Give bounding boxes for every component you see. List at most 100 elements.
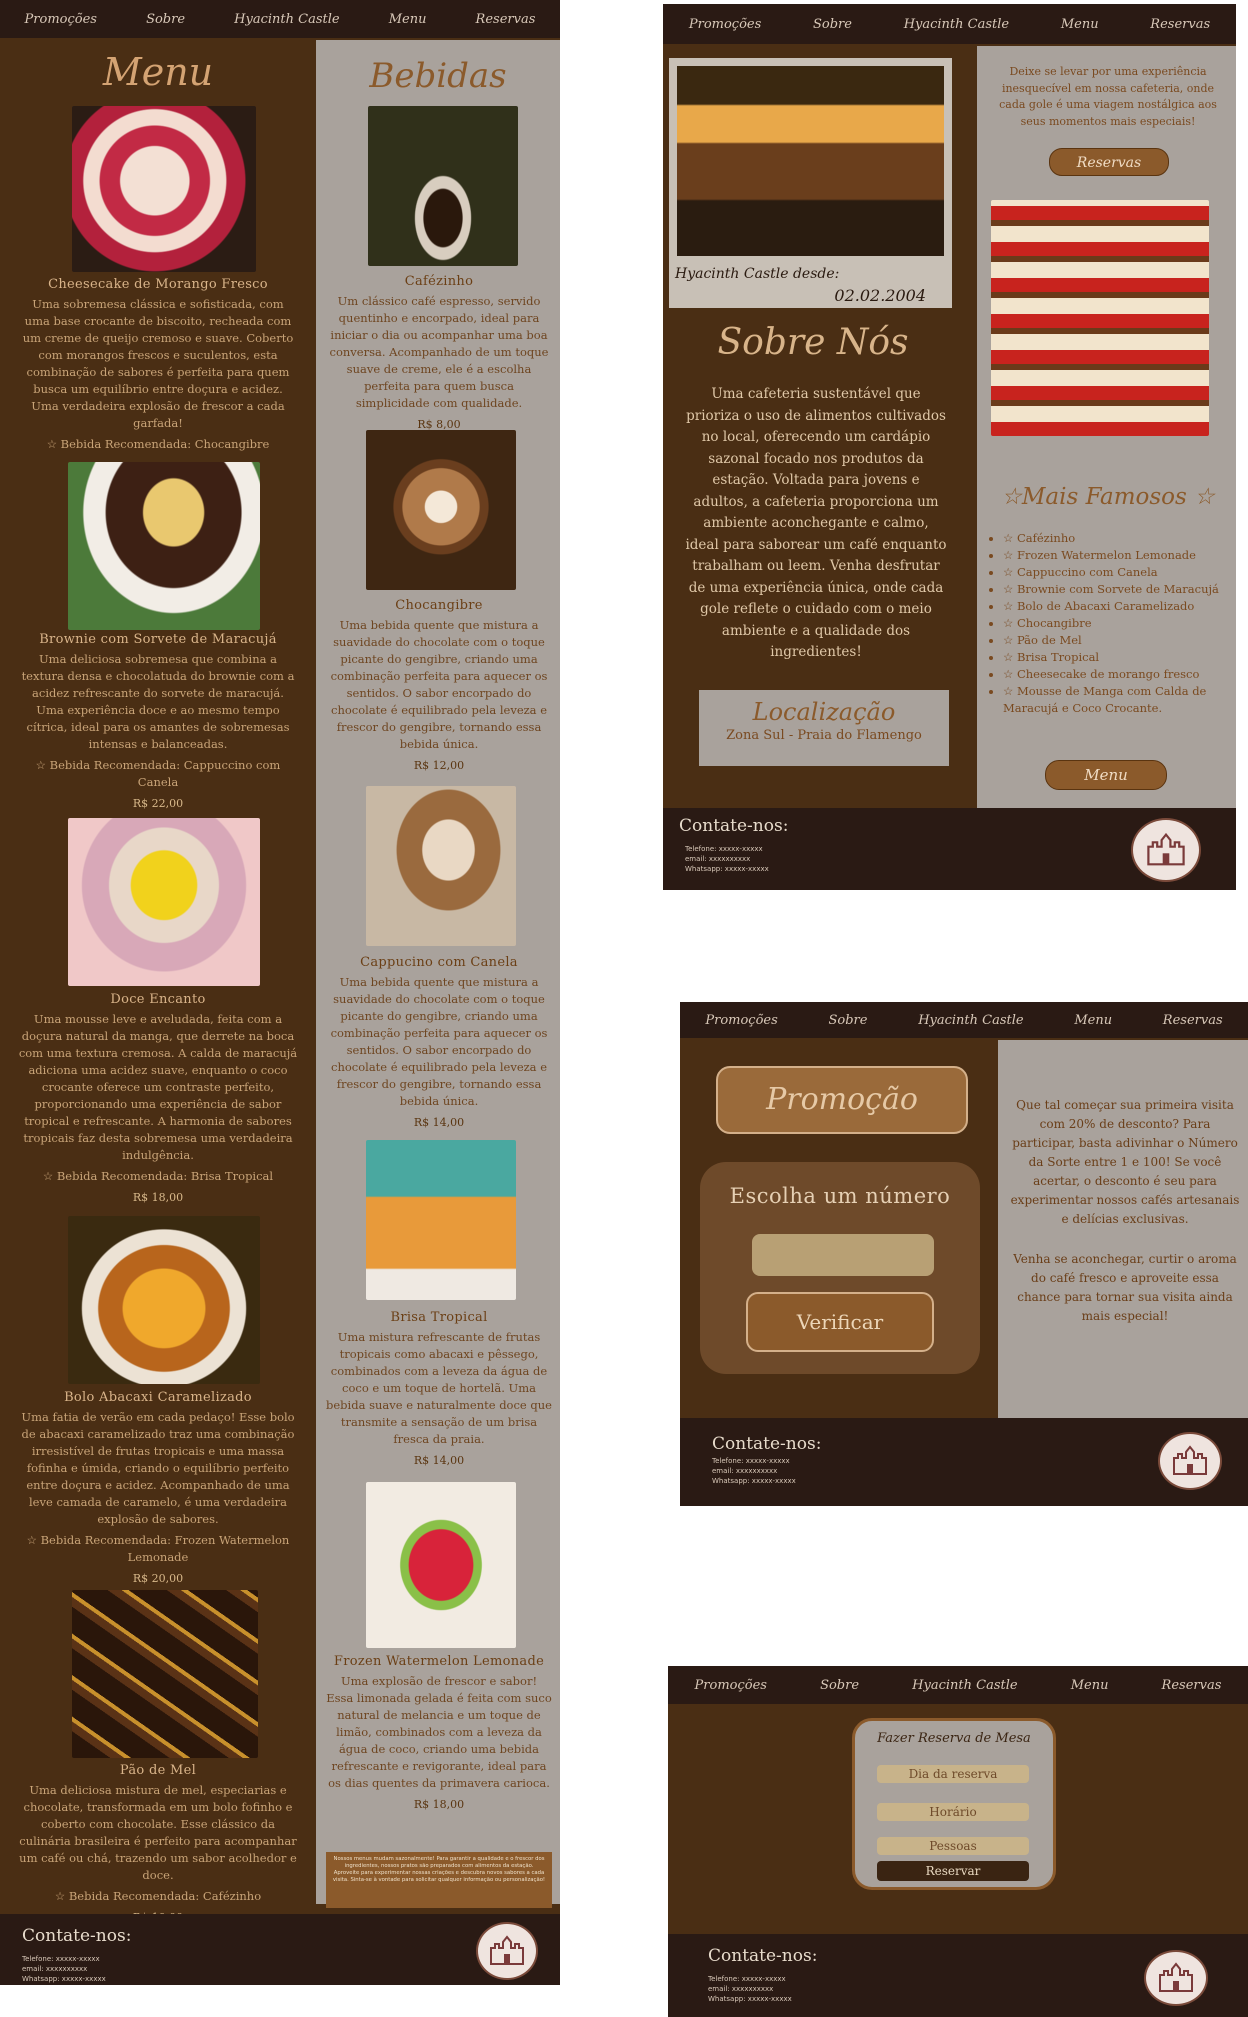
contact-whatsapp: Whatsapp: xxxxx-xxxxx <box>685 865 769 873</box>
promo-title-box: Promoção <box>716 1066 968 1134</box>
nav-sobre[interactable]: Sobre <box>813 17 852 32</box>
menu-button-label: Menu <box>1084 766 1128 784</box>
nav-reservas[interactable]: Reservas <box>1163 1013 1223 1028</box>
nav-brand[interactable]: Hyacinth Castle <box>912 1678 1017 1693</box>
people-input[interactable]: Pessoas <box>877 1837 1029 1855</box>
nav-brand[interactable]: Hyacinth Castle <box>918 1013 1023 1028</box>
dessert-rec: ☆ Bebida Recomendada: Chocangibre <box>46 437 270 451</box>
contact-whatsapp: Whatsapp: xxxxx-xxxxx <box>712 1477 796 1485</box>
chocangibre-image <box>366 430 516 590</box>
pineapple-cake-image <box>68 1216 260 1384</box>
since-date: 02.02.2004 <box>834 286 926 305</box>
day-input-placeholder: Dia da reserva <box>908 1767 998 1781</box>
nav-reservas[interactable]: Reservas <box>476 12 536 27</box>
dessert-desc: Uma deliciosa mistura de mel, especiaria… <box>19 1783 297 1882</box>
contact-email: email: xxxxxxxxxx <box>685 855 751 863</box>
promo-nav: Promoções Sobre Hyacinth Castle Menu Res… <box>680 1002 1248 1038</box>
reserve-page: Promoções Sobre Hyacinth Castle Menu Res… <box>668 1666 1248 2017</box>
drink-name: Cappucino com Canela <box>360 955 518 970</box>
nav-menu[interactable]: Menu <box>1061 17 1099 32</box>
reservar-button[interactable]: Reservar <box>877 1861 1029 1881</box>
contact-title: Contate-nos: <box>22 1926 132 1946</box>
dessert-name: Doce Encanto <box>110 992 206 1007</box>
nav-sobre[interactable]: Sobre <box>146 12 185 27</box>
famous-item: ☆ Cappuccino com Canela <box>1003 564 1239 581</box>
nav-reservas[interactable]: Reservas <box>1150 17 1210 32</box>
drink-name: Brisa Tropical <box>390 1310 488 1325</box>
famous-item: ☆ Cheesecake de morango fresco <box>1003 666 1239 683</box>
day-input[interactable]: Dia da reserva <box>877 1765 1029 1783</box>
drink-name: Cafézinho <box>404 274 474 289</box>
famous-item: ☆ Brownie com Sorvete de Maracujá <box>1003 581 1239 598</box>
verify-button-label: Verificar <box>796 1310 884 1334</box>
dessert-price: R$ 22,00 <box>132 797 184 810</box>
location-title: Localização <box>752 698 896 726</box>
famous-item: ☆ Frozen Watermelon Lemonade <box>1003 547 1239 564</box>
seasonal-note-text: Nossos menus mudam sazonalmente! Para ga… <box>332 1856 546 1883</box>
dessert-name: Brownie com Sorvete de Maracujá <box>39 632 277 647</box>
dessert-rec: ☆ Bebida Recomendada: Brisa Tropical <box>42 1169 274 1183</box>
drink-desc: Um clássico café espresso, servido quent… <box>329 294 549 410</box>
dessert-rec: ☆ Bebida Recomendada: Cappuccino com Can… <box>35 758 281 789</box>
nav-brand[interactable]: Hyacinth Castle <box>234 12 339 27</box>
menu-button[interactable]: Menu <box>1045 760 1167 790</box>
number-input[interactable] <box>752 1234 934 1276</box>
contact-email: email: xxxxxxxxxx <box>22 1965 88 1973</box>
since-caption: Hyacinth Castle desde: <box>675 266 840 282</box>
people-input-placeholder: Pessoas <box>929 1839 977 1853</box>
menu-title: Menu <box>102 50 214 94</box>
promo-footer: Contate-nos: Telefone: xxxxx-xxxxx email… <box>680 1418 1248 1506</box>
nav-menu[interactable]: Menu <box>389 12 427 27</box>
drink-desc: Uma explosão de frescor e sabor! Essa li… <box>326 1674 552 1790</box>
nav-sobre[interactable]: Sobre <box>820 1678 859 1693</box>
famous-item: ☆ Chocangibre <box>1003 615 1239 632</box>
contact-whatsapp: Whatsapp: xxxxx-xxxxx <box>22 1975 106 1983</box>
reservar-button-label: Reservar <box>925 1864 981 1878</box>
menu-nav: Promoções Sobre Hyacinth Castle Menu Res… <box>0 0 560 38</box>
brisa-tropical-image <box>366 1140 516 1300</box>
reservas-button[interactable]: Reservas <box>1049 148 1169 176</box>
about-text: Uma cafeteria sustentável que prioriza o… <box>685 386 947 660</box>
reservation-form: Fazer Reserva de Mesa Dia da reserva Hor… <box>852 1718 1056 1890</box>
contact-title: Contate-nos: <box>708 1946 818 1966</box>
famous-item: ☆ Cafézinho <box>1003 530 1239 547</box>
nav-sobre[interactable]: Sobre <box>829 1013 868 1028</box>
time-input-placeholder: Horário <box>929 1805 977 1819</box>
dessert-desc: Uma deliciosa sobremesa que combina a te… <box>21 652 295 751</box>
dessert-desc: Uma fatia de verão em cada pedaço! Esse … <box>21 1410 295 1526</box>
contact-email: email: xxxxxxxxxx <box>712 1467 778 1475</box>
nav-menu[interactable]: Menu <box>1074 1013 1112 1028</box>
drink-price: R$ 14,00 <box>413 1454 465 1467</box>
time-input[interactable]: Horário <box>877 1803 1029 1821</box>
menu-footer: Contate-nos: Telefone: xxxxx-xxxxx email… <box>0 1914 560 1985</box>
contact-whatsapp: Whatsapp: xxxxx-xxxxx <box>708 1995 792 2003</box>
nav-reservas[interactable]: Reservas <box>1162 1678 1222 1693</box>
nav-promocoes[interactable]: Promoções <box>689 17 761 32</box>
dessert-name: Bolo Abacaxi Caramelizado <box>64 1390 252 1405</box>
promo-text-2: Venha se aconchegar, curtir o aroma do c… <box>1013 1252 1237 1323</box>
reserve-nav: Promoções Sobre Hyacinth Castle Menu Res… <box>668 1666 1248 1704</box>
drink-desc: Uma mistura refrescante de frutas tropic… <box>326 1330 552 1446</box>
nav-promocoes[interactable]: Promoções <box>695 1678 767 1693</box>
famous-item: ☆ Bolo de Abacaxi Caramelizado <box>1003 598 1239 615</box>
verify-button[interactable]: Verificar <box>746 1292 934 1352</box>
about-footer: Contate-nos: Telefone: xxxxx-xxxxx email… <box>663 808 1236 890</box>
dessert-price: R$ 18,00 <box>132 1191 184 1204</box>
dessert-rec: ☆ Bebida Recomendada: Cafézinho <box>54 1889 262 1903</box>
drink-desc: Uma bebida quente que mistura a suavidad… <box>330 618 548 751</box>
drinks-title: Bebidas <box>369 56 507 96</box>
nav-menu[interactable]: Menu <box>1071 1678 1109 1693</box>
contact-phone: Telefone: xxxxx-xxxxx <box>685 845 763 853</box>
promo-page: Promoções Sobre Hyacinth Castle Menu Res… <box>680 1002 1248 1506</box>
about-page: Promoções Sobre Hyacinth Castle Menu Res… <box>663 4 1236 890</box>
drink-name: Frozen Watermelon Lemonade <box>333 1654 545 1669</box>
dessert-price: R$ 20,00 <box>132 1572 184 1585</box>
cafezinho-image <box>368 106 518 266</box>
nav-promocoes[interactable]: Promoções <box>25 12 97 27</box>
pao-de-mel-image <box>72 1590 258 1758</box>
nav-brand[interactable]: Hyacinth Castle <box>904 17 1009 32</box>
number-game-panel: Escolha um número Verificar <box>700 1162 980 1374</box>
drink-desc: Uma bebida quente que mistura a suavidad… <box>330 975 548 1108</box>
nav-promocoes[interactable]: Promoções <box>705 1013 777 1028</box>
location-box: Localização Zona Sul - Praia do Flamengo <box>699 690 949 766</box>
